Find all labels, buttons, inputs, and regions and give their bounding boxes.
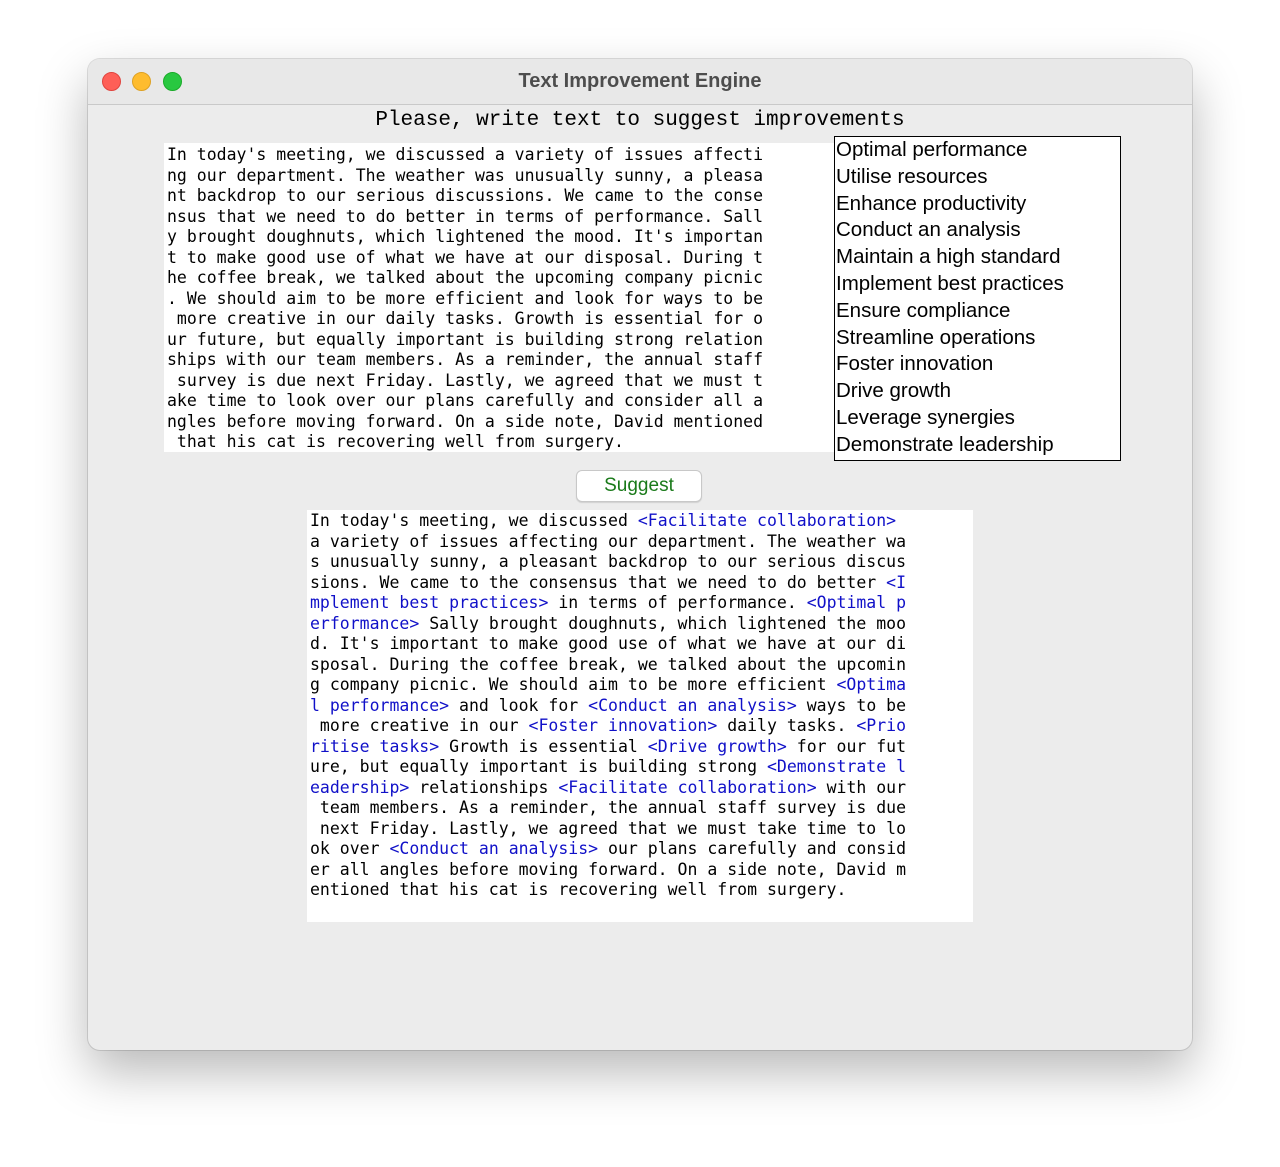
input-text-line: ngles before moving forward. On a side n…: [167, 411, 764, 431]
suggestion-item[interactable]: Enhance productivity: [835, 191, 1120, 218]
suggestion-highlight: erformance>: [310, 613, 420, 633]
input-text-line: . We should aim to be more efficient and…: [167, 288, 764, 308]
input-text-line: nt backdrop to our serious discussions. …: [167, 186, 764, 205]
suggestion-highlight: <I: [886, 572, 907, 592]
input-text-line: t to make good use of what we have at ou…: [167, 247, 764, 267]
suggestion-item[interactable]: Streamline operations: [835, 325, 1120, 352]
suggestion-highlight: l performance>: [310, 695, 450, 715]
input-text-line: y brought doughnuts, which lightened the…: [167, 227, 764, 246]
output-text-segment: Sally brought doughnuts, which lightened…: [419, 613, 907, 633]
app-window: Text Improvement Engine Please, write te…: [88, 59, 1192, 1050]
output-text-line: In today's meeting, we discussed <Facili…: [310, 511, 971, 532]
suggestion-item[interactable]: Implement best practices: [835, 271, 1120, 298]
output-text-line: erformance> Sally brought doughnuts, whi…: [310, 614, 971, 635]
output-text-line: team members. As a reminder, the annual …: [310, 798, 971, 819]
suggestion-highlight: ritise tasks>: [310, 736, 440, 756]
output-text-line: ok over <Conduct an analysis> our plans …: [310, 839, 971, 860]
output-text-line: a variety of issues affecting our depart…: [310, 532, 971, 553]
output-text-segment: g company picnic. We should aim to be mo…: [310, 675, 837, 694]
output-text-segment: with our: [816, 777, 907, 797]
output-text-segment: daily tasks.: [717, 716, 857, 735]
output-text-segment: more creative in our: [310, 716, 529, 735]
zoom-window-button[interactable]: [163, 72, 182, 91]
input-text-line: that his cat is recovering well from sur…: [167, 432, 624, 451]
output-text-line: g company picnic. We should aim to be mo…: [310, 675, 971, 696]
title-bar[interactable]: Text Improvement Engine: [88, 59, 1192, 105]
input-text-area[interactable]: In today's meeting, we discussed a varie…: [164, 143, 834, 452]
input-text-line: ur future, but equally important is buil…: [167, 329, 764, 349]
output-text-line: l performance> and look for <Conduct an …: [310, 696, 971, 717]
suggestion-highlight: <Optima: [836, 675, 907, 694]
output-text-segment: ure, but equally important is building s…: [310, 757, 767, 776]
output-text-segment: a variety of issues affecting our depart…: [310, 531, 907, 551]
suggestion-highlight: <Demonstrate l: [766, 757, 907, 776]
output-text-segment: ways to be: [796, 695, 907, 715]
suggestion-item[interactable]: Utilise resources: [835, 164, 1120, 191]
minimize-window-button[interactable]: [132, 72, 151, 91]
output-text-line: eadership> relationships <Facilitate col…: [310, 778, 971, 799]
output-text-segment: Growth is essential: [439, 736, 648, 756]
suggestion-highlight: <Optimal p: [806, 593, 907, 612]
output-text-segment: sions. We came to the consensus that we …: [310, 572, 887, 592]
input-text-line: survey is due next Friday. Lastly, we ag…: [167, 370, 764, 390]
suggestions-listbox[interactable]: Optimal performance Utilise resources Enha…: [834, 136, 1121, 461]
suggestion-highlight: <Drive growth>: [647, 736, 787, 756]
suggestion-highlight: <Prio: [856, 716, 907, 735]
output-text-segment: s unusually sunny, a pleasant backdrop t…: [310, 552, 907, 571]
input-text-line: ake time to look over our plans carefull…: [167, 391, 764, 410]
suggestion-highlight: eadership>: [310, 777, 410, 797]
output-text-line: more creative in our <Foster innovation>…: [310, 716, 971, 737]
output-text-segment: In today's meeting, we discussed: [310, 511, 638, 530]
suggestion-item[interactable]: Drive growth: [835, 378, 1120, 405]
output-text-line: sposal. During the coffee break, we talk…: [310, 655, 971, 676]
output-text-segment: sposal. During the coffee break, we talk…: [310, 654, 907, 674]
output-text-segment: next Friday. Lastly, we agreed that we m…: [310, 818, 907, 838]
suggestion-highlight: <Conduct an analysis>: [389, 839, 599, 858]
close-window-button[interactable]: [102, 72, 121, 91]
input-text-line: more creative in our daily tasks. Growth…: [167, 309, 764, 328]
output-text-line: er all angles before moving forward. On …: [310, 860, 971, 881]
suggestion-highlight: <Foster innovation>: [528, 716, 718, 735]
suggestion-highlight: <Facilitate collaboration>: [637, 511, 897, 530]
suggestion-item[interactable]: Demonstrate leadership: [835, 432, 1120, 459]
output-text-line: entioned that his cat is recovering well…: [310, 880, 971, 901]
window-title: Text Improvement Engine: [518, 70, 762, 92]
suggestion-item[interactable]: Optimal performance: [835, 137, 1120, 164]
output-text-line: d. It's important to make good use of wh…: [310, 634, 971, 655]
output-text-segment: in terms of performance.: [548, 593, 807, 612]
input-text-line: ng our department. The weather was unusu…: [167, 165, 764, 185]
suggestion-highlight: <Facilitate collaboration>: [558, 777, 817, 797]
output-text-segment: [896, 511, 906, 530]
suggestion-item[interactable]: Ensure compliance: [835, 298, 1120, 325]
output-text-line: s unusually sunny, a pleasant backdrop t…: [310, 552, 971, 573]
suggestion-item[interactable]: Conduct an analysis: [835, 217, 1120, 244]
output-text-segment: and look for: [449, 695, 589, 715]
input-text-line: nsus that we need to do better in terms …: [167, 206, 764, 226]
output-text-line: ritise tasks> Growth is essential <Drive…: [310, 737, 971, 758]
suggest-button[interactable]: Suggest: [576, 470, 702, 502]
output-text-segment: d. It's important to make good use of wh…: [310, 634, 907, 653]
output-text-line: sions. We came to the consensus that we …: [310, 573, 971, 594]
output-text-line: mplement best practices> in terms of per…: [310, 593, 971, 614]
output-text-segment: entioned that his cat is recovering well…: [310, 880, 847, 899]
output-text-segment: relationships: [409, 777, 559, 797]
output-text-segment: er all angles before moving forward. On …: [310, 859, 907, 879]
output-text-segment: for our fut: [786, 736, 907, 756]
input-text-line: In today's meeting, we discussed a varie…: [167, 145, 764, 164]
input-text-line: he coffee break, we talked about the upc…: [167, 268, 764, 287]
output-text-area[interactable]: In today's meeting, we discussed <Facili…: [307, 510, 973, 922]
suggestion-item[interactable]: Maintain a high standard: [835, 244, 1120, 271]
output-text-segment: ok over: [310, 839, 390, 858]
suggestion-highlight: <Conduct an analysis>: [588, 695, 797, 715]
suggestion-item[interactable]: Leverage synergies: [835, 405, 1120, 432]
output-text-segment: team members. As a reminder, the annual …: [310, 798, 907, 817]
suggestion-item[interactable]: Foster innovation: [835, 351, 1120, 378]
output-text-segment: our plans carefully and consid: [598, 839, 907, 858]
input-text-line: ships with our team members. As a remind…: [167, 350, 764, 369]
output-text-line: next Friday. Lastly, we agreed that we m…: [310, 819, 971, 840]
instruction-label: Please, write text to suggest improvemen…: [375, 109, 905, 132]
suggestion-highlight: mplement best practices>: [310, 593, 549, 612]
output-text-line: ure, but equally important is building s…: [310, 757, 971, 778]
